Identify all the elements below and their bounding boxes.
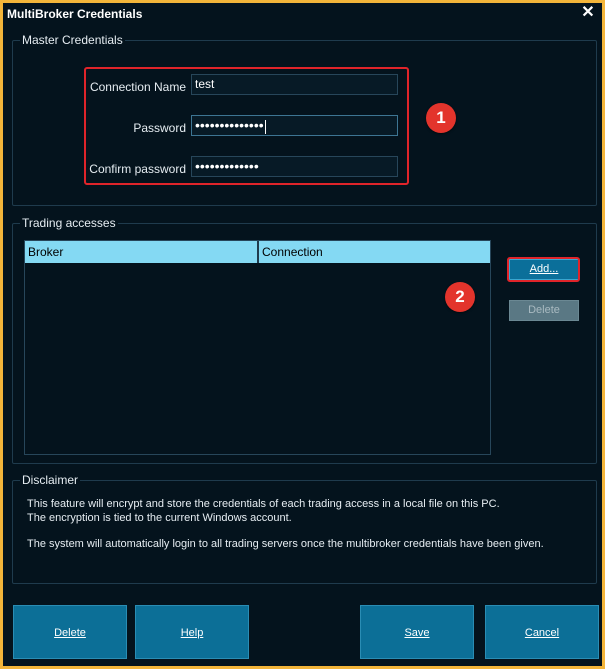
cancel-button[interactable]: Cancel	[485, 605, 599, 659]
master-credentials-label: Master Credentials	[20, 33, 125, 47]
help-button[interactable]: Help	[135, 605, 249, 659]
delete-button[interactable]: Delete	[13, 605, 127, 659]
delete-button-label: Delete	[54, 627, 86, 639]
disclaimer-line-3: The system will automatically login to a…	[27, 538, 544, 550]
disclaimer-group	[12, 480, 597, 584]
disclaimer-line-1: This feature will encrypt and store the …	[27, 498, 500, 510]
window-title: MultiBroker Credentials	[7, 7, 143, 21]
title-bar: MultiBroker Credentials ✕	[3, 3, 602, 24]
save-button[interactable]: Save	[360, 605, 474, 659]
help-button-label: Help	[180, 627, 204, 639]
disclaimer-label: Disclaimer	[20, 473, 81, 487]
multibroker-credentials-dialog: MultiBroker Credentials ✕ Master Credent…	[0, 0, 605, 669]
step-1-badge: 1	[426, 103, 456, 133]
step-2-badge: 2	[445, 282, 475, 312]
save-button-label: Save	[404, 627, 430, 639]
trading-accesses-table[interactable]: Broker Connection	[24, 240, 491, 455]
trading-accesses-label: Trading accesses	[20, 216, 118, 230]
credentials-highlight-box	[84, 67, 409, 185]
close-icon[interactable]: ✕	[580, 4, 596, 22]
column-header-connection[interactable]: Connection	[259, 241, 490, 263]
column-header-broker[interactable]: Broker	[25, 241, 257, 263]
delete-trading-access-button[interactable]: Delete	[509, 300, 579, 321]
disclaimer-line-2: The encryption is tied to the current Wi…	[27, 512, 292, 524]
cancel-button-label: Cancel	[524, 627, 560, 639]
add-button-highlight-box	[507, 257, 580, 282]
